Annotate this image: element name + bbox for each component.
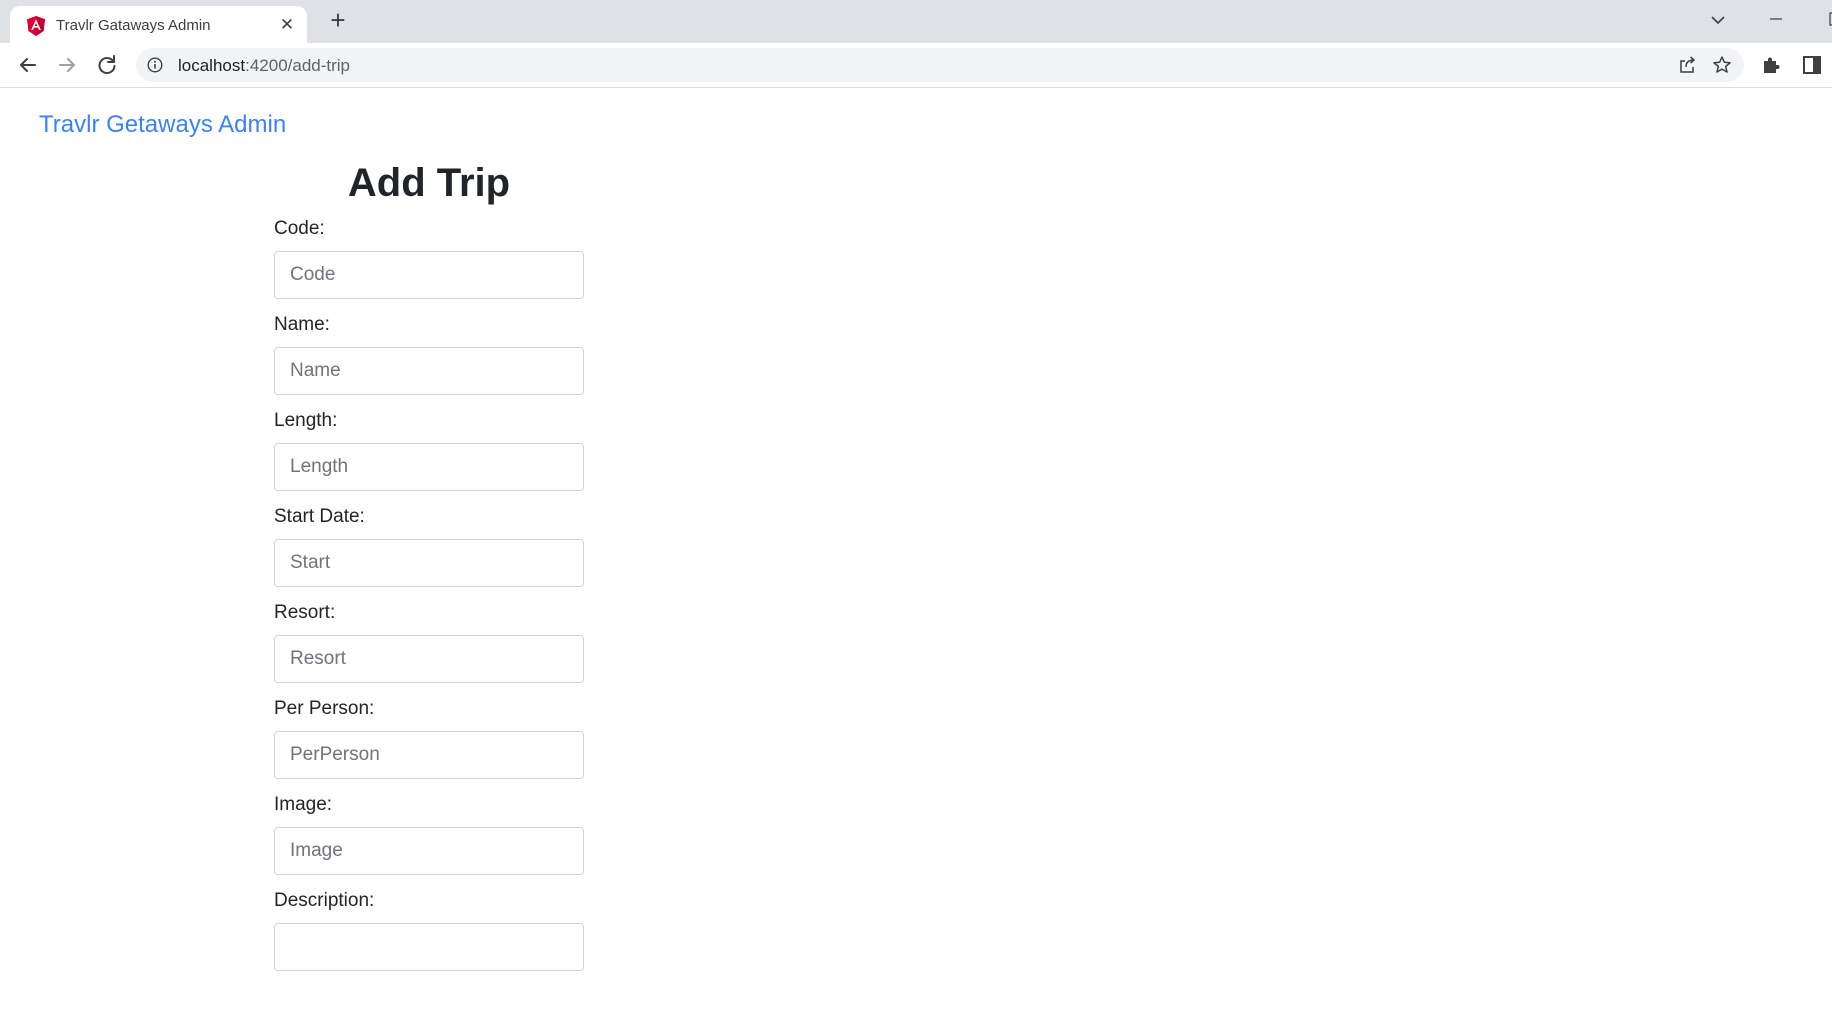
name-label: Name: — [274, 314, 330, 335]
description-label: Description: — [274, 890, 375, 911]
browser-tab[interactable]: Travlr Gataways Admin ✕ — [10, 6, 307, 43]
browser-tab-strip: Travlr Gataways Admin ✕ + — [0, 0, 1832, 43]
page-content: Travlr Getaways Admin Add Trip Code: Nam… — [0, 89, 1832, 1023]
bookmark-star-icon[interactable] — [1712, 55, 1732, 75]
image-label: Image: — [274, 794, 333, 815]
length-label: Length: — [274, 410, 338, 431]
address-url: localhost:4200/add-trip — [178, 56, 350, 76]
reload-icon[interactable] — [93, 51, 121, 79]
url-path: :4200/add-trip — [245, 56, 351, 75]
name-input[interactable] — [274, 347, 584, 395]
field-image: Image: — [274, 793, 584, 875]
forward-arrow-icon[interactable] — [53, 51, 81, 79]
resort-label: Resort: — [274, 602, 336, 623]
url-host: localhost — [178, 56, 246, 75]
tab-search-icon[interactable] — [1696, 0, 1740, 43]
per-person-label: Per Person: — [274, 698, 375, 719]
share-icon[interactable] — [1678, 56, 1696, 74]
angular-logo-icon — [27, 16, 45, 36]
address-bar[interactable]: localhost:4200/add-trip — [136, 48, 1744, 82]
side-panel-icon[interactable] — [1802, 55, 1822, 75]
minimize-icon[interactable] — [1754, 0, 1798, 43]
field-length: Length: — [274, 409, 584, 491]
field-start-date: Start Date: — [274, 505, 584, 587]
image-input[interactable] — [274, 827, 584, 875]
maximize-icon[interactable] — [1812, 0, 1832, 43]
back-arrow-icon[interactable] — [14, 51, 42, 79]
resort-input[interactable] — [274, 635, 584, 683]
start-date-input[interactable] — [274, 539, 584, 587]
browser-toolbar: localhost:4200/add-trip — [0, 43, 1832, 88]
field-name: Name: — [274, 313, 584, 395]
field-code: Code: — [274, 217, 584, 299]
page-title: Add Trip — [347, 161, 511, 205]
close-tab-icon[interactable]: ✕ — [277, 15, 297, 35]
brand-link[interactable]: Travlr Getaways Admin — [39, 111, 286, 139]
new-tab-icon[interactable]: + — [325, 7, 351, 34]
field-resort: Resort: — [274, 601, 584, 683]
field-per-person: Per Person: — [274, 697, 584, 779]
description-input[interactable] — [274, 923, 584, 971]
field-description: Description: — [274, 889, 584, 971]
add-trip-form: Add Trip Code: Name: Length: Start Date:… — [274, 161, 584, 971]
extensions-puzzle-icon[interactable] — [1761, 55, 1781, 75]
code-label: Code: — [274, 218, 325, 239]
code-input[interactable] — [274, 251, 584, 299]
start-date-label: Start Date: — [274, 506, 365, 527]
per-person-input[interactable] — [274, 731, 584, 779]
site-info-icon[interactable] — [147, 57, 163, 73]
length-input[interactable] — [274, 443, 584, 491]
tab-title: Travlr Gataways Admin — [56, 17, 211, 34]
